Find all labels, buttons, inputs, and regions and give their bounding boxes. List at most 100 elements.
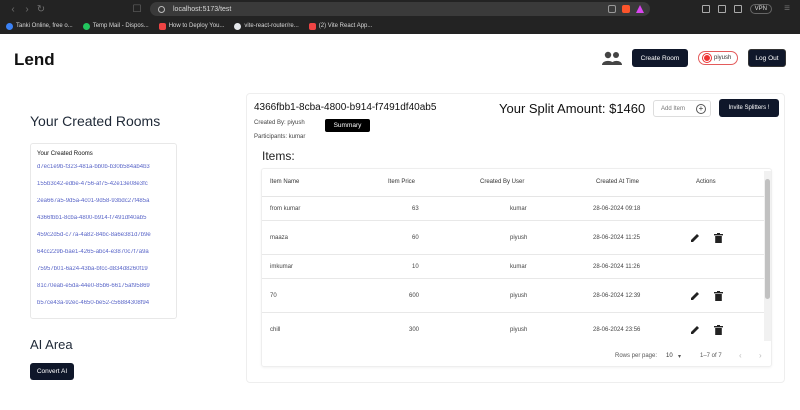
wallet-icon[interactable] [733,4,742,13]
scrollbar-thumb[interactable] [765,179,770,299]
room-link[interactable]: 2ea667a5-9d5a-4c01-9d58-93bdc27f485a [37,198,170,215]
table-header: Item Name Item Price Created By User Cre… [262,169,765,197]
pagination-range: 1–7 of 7 [700,353,722,359]
item-name: maaza [270,235,289,241]
rows-per-page-label: Rows per page: [615,353,658,359]
items-heading: Items: [262,149,295,163]
forward-icon[interactable]: › [20,4,34,15]
bookmark-favicon-icon [158,22,166,30]
people-icon[interactable] [602,51,622,65]
table-row: imkumar 10 kumar 28-06-2024 11:26 [262,255,765,279]
room-link[interactable]: 4366fbb1-8cba-4800-b914-f7491df40ab5 [37,215,170,232]
edit-icon[interactable] [690,233,700,243]
edit-icon[interactable] [690,325,700,335]
item-time: 28-06-2024 11:26 [593,264,640,270]
participants: Participants: kumar [254,134,306,140]
item-price: 600 [409,293,420,299]
table-scrollbar[interactable] [764,171,771,341]
table-row: chill 300 piyush 28-06-2024 23:56 [262,313,765,345]
bookmark-item[interactable]: (2) Vite React App... [308,22,372,30]
site-info-icon[interactable] [158,5,165,13]
bookmark-item[interactable]: How to Deploy You... [158,22,224,30]
create-room-button[interactable]: Create Room [632,49,688,67]
item-user: piyush [510,327,528,333]
logout-button[interactable]: Log Out [748,49,786,67]
add-item-label: Add Item [661,105,686,112]
edit-icon[interactable] [690,291,700,301]
room-link[interactable]: 155b3c42-edbe-4756-af75-42e13e08e3fc [37,181,170,198]
item-name: from kumar [270,206,301,212]
reload-icon[interactable]: ↻ [34,4,48,15]
table-row: 70 600 piyush 28-06-2024 12:39 [262,279,765,313]
item-time: 28-06-2024 09:18 [593,206,641,212]
share-icon[interactable] [608,5,616,13]
item-price: 63 [412,206,419,212]
item-name: 70 [270,293,277,299]
item-user: piyush [510,235,528,241]
rooms-card-title: Your Created Rooms [37,151,93,157]
column-header: Actions [696,179,716,185]
room-link[interactable]: b57ce43a-92ec-4650-be52-c56884308f94 [37,300,170,317]
ai-area-heading: AI Area [30,337,73,352]
bookmark-item[interactable]: Tanki Online, free o... [6,22,73,30]
rows-per-page-select[interactable]: 10 [666,353,673,359]
url-bar[interactable]: localhost:5173/test [150,2,650,16]
previous-page-icon[interactable]: ‹ [739,351,742,360]
column-header: Item Price [388,179,416,185]
next-page-icon[interactable]: › [759,351,762,360]
url-text: localhost:5173/test [173,5,232,13]
user-chip[interactable]: piyush [698,51,738,65]
item-time: 28-06-2024 12:39 [593,293,641,299]
bookmark-favicon-icon [82,22,90,30]
table-row: from kumar 63 kumar 28-06-2024 09:18 [262,197,765,221]
room-link[interactable]: 81c70eab-e5da-44e0-85b6-66175af95869 [37,283,170,300]
brave-rewards-icon[interactable] [636,5,644,13]
table-pagination: Rows per page: 10 ▾ 1–7 of 7 ‹ › [262,345,771,366]
delete-icon[interactable] [714,291,723,301]
item-time: 28-06-2024 11:25 [593,235,640,241]
split-amount: Your Split Amount: $1460 [499,101,646,116]
item-price: 60 [412,235,419,241]
vpn-button[interactable]: VPN [749,3,772,14]
item-time: 28-06-2024 23:56 [593,327,641,333]
user-avatar-icon [703,54,711,62]
bookmark-favicon-icon [6,22,13,30]
item-user: kumar [510,206,527,212]
back-icon[interactable]: ‹ [6,4,20,15]
delete-icon[interactable] [714,325,723,335]
plus-icon: + [696,103,706,114]
summary-button[interactable]: Summary [325,119,370,132]
delete-icon[interactable] [714,233,723,243]
brave-shield-icon[interactable] [622,5,630,13]
item-price: 300 [409,327,420,333]
created-by: Created By: piyush [254,120,305,126]
room-link[interactable]: d7ec1e9b-f323-481a-bb0b-b30b584ab4b3 [37,164,170,181]
app-title: Lend [14,50,55,69]
invite-splitters-button[interactable]: Invite Splitters ! [719,99,779,117]
room-link[interactable]: 75957b01-6a24-43ba-bfcc-d834d8260f19 [37,266,170,283]
room-id: 4366fbb1-8cba-4800-b914-f7491df40ab5 [254,102,437,113]
bookmark-item[interactable]: vite-react-router/re... [234,22,299,30]
add-item-button[interactable]: Add Item + [653,100,711,117]
table-row: maaza 60 piyush 28-06-2024 11:25 [262,221,765,255]
bookmark-icon[interactable]: ☐ [130,4,144,15]
bookmark-item[interactable]: Temp Mail - Dispos... [82,22,149,30]
item-name: imkumar [270,264,294,270]
extensions-icon[interactable] [701,4,710,13]
column-header: Created By User [480,179,525,185]
room-link[interactable]: 459c2d5d-c77a-4a82-84bc-8a6e381d7b9e [37,232,170,249]
item-user: kumar [510,264,527,270]
room-link[interactable]: 64cc229b-bae1-4265-abc4-e3870c7f7a9a [37,249,170,266]
column-header: Created At Time [596,179,640,185]
convert-ai-button[interactable]: Convert AI [30,363,74,380]
column-header: Item Name [270,179,300,185]
rooms-card: Your Created Rooms d7ec1e9b-f323-481a-bb… [30,143,177,319]
menu-icon[interactable]: ≡ [780,3,794,14]
bookmark-favicon-icon [308,22,316,30]
github-icon [234,22,242,30]
item-price: 10 [412,264,419,270]
sidebar-icon[interactable] [717,4,726,13]
items-table: Item Name Item Price Created By User Cre… [261,168,772,367]
chevron-down-icon[interactable]: ▾ [678,353,681,360]
rooms-heading: Your Created Rooms [30,113,161,129]
